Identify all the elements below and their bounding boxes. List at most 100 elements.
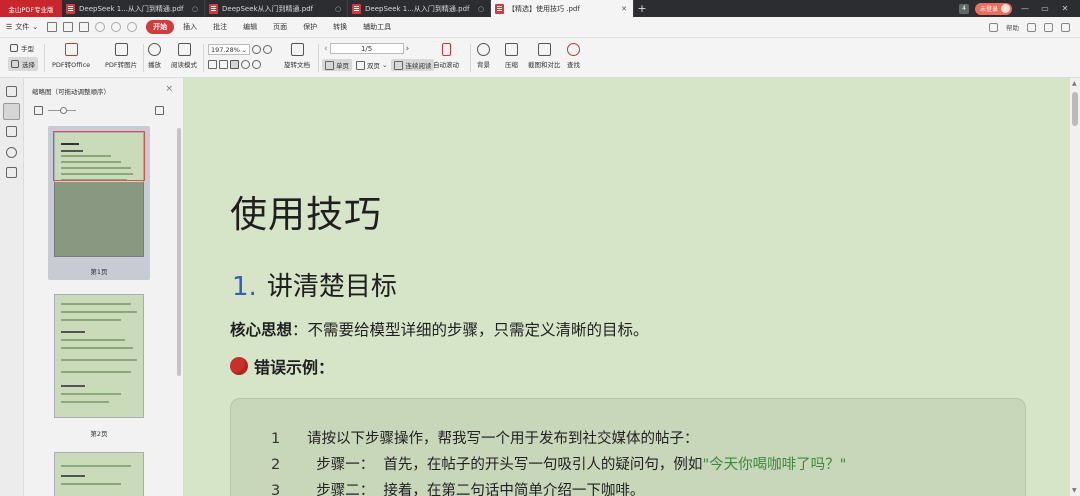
- rotate-right-icon[interactable]: [252, 60, 261, 69]
- page-number-input[interactable]: 1/5: [329, 43, 404, 54]
- thumbnail-page-3[interactable]: [48, 450, 150, 496]
- user-login-button[interactable]: 未登录: [974, 2, 1012, 15]
- next-page-icon[interactable]: ›: [406, 44, 410, 54]
- app-name-badge[interactable]: 金山PDF专业版: [0, 0, 62, 17]
- thumbnail-page-2[interactable]: 第2页: [48, 288, 150, 442]
- background-button[interactable]: 背景: [477, 43, 490, 69]
- close-tab-icon[interactable]: ○: [333, 5, 343, 13]
- actual-size-icon[interactable]: [230, 60, 239, 69]
- tab-annotate[interactable]: 批注: [206, 20, 234, 34]
- redo-icon[interactable]: [111, 22, 122, 32]
- rotate-left-icon[interactable]: [241, 60, 250, 69]
- zoom-in-icon[interactable]: [252, 45, 261, 54]
- find-button[interactable]: 查找: [567, 43, 580, 69]
- play-button[interactable]: 播放: [148, 43, 161, 69]
- double-page-button[interactable]: 双页 ⌄: [354, 59, 389, 71]
- document-tab-3[interactable]: DeepSeek 1...从入门到精通.pdf ○: [348, 0, 491, 17]
- thumbnail-size-slider[interactable]: [34, 105, 164, 115]
- more-options-icon[interactable]: [1061, 22, 1070, 32]
- small-thumbnail-icon: [34, 105, 43, 115]
- core-idea-text: ：不需要给模型详细的步骤，只需定义清晰的目标。: [292, 321, 649, 339]
- share-icon[interactable]: [1027, 22, 1036, 32]
- comment-icon[interactable]: [6, 126, 17, 137]
- book-icon: [177, 43, 191, 56]
- signature-icon[interactable]: [6, 167, 17, 178]
- auto-scroll-icon: [441, 43, 451, 56]
- zoom-out-icon[interactable]: [263, 45, 272, 54]
- thumbnail-page-1[interactable]: 第1页: [48, 126, 150, 280]
- document-tab-1[interactable]: DeepSeek 1...从入门到精通.pdf ○: [62, 0, 205, 17]
- pdf-to-office-button[interactable]: PDF转Office: [52, 43, 90, 69]
- hand-label: 手型: [21, 45, 34, 53]
- continuous-read-button[interactable]: 连续阅读: [391, 59, 435, 71]
- new-tab-button[interactable]: +: [634, 0, 650, 17]
- document-tab-2[interactable]: DeepSeek从入门到精通.pdf ○: [205, 0, 348, 17]
- minimize-button[interactable]: —: [1018, 4, 1032, 13]
- close-tab-icon[interactable]: ○: [476, 5, 486, 13]
- current-view-indicator: [53, 131, 145, 181]
- print-icon[interactable]: [79, 22, 90, 32]
- thumbnail-image: [54, 452, 144, 496]
- pdf-to-image-button[interactable]: PDF转图片: [105, 43, 137, 69]
- auto-scroll-button[interactable]: 自动滚动: [433, 43, 459, 69]
- tab-tools[interactable]: 辅助工具: [356, 20, 398, 34]
- tab-count-badge[interactable]: 4: [959, 3, 969, 14]
- thumbnail-panel-icon[interactable]: [3, 103, 20, 120]
- save-icon[interactable]: [63, 22, 74, 32]
- rotate-document-icon: [290, 43, 304, 56]
- open-folder-icon[interactable]: [47, 22, 58, 32]
- bookmark-icon[interactable]: [6, 86, 17, 97]
- auto-scroll-label: 自动滚动: [433, 61, 459, 69]
- tab-page[interactable]: 页面: [266, 20, 294, 34]
- scroll-down-icon[interactable]: ▼: [1072, 487, 1077, 494]
- tab-convert[interactable]: 转换: [326, 20, 354, 34]
- page-number-value: 1/5: [360, 44, 373, 53]
- file-menu-label: 文件: [15, 23, 30, 31]
- separator: [470, 44, 471, 72]
- tab-protect[interactable]: 保护: [296, 20, 324, 34]
- read-mode-button[interactable]: 阅读模式: [171, 43, 197, 69]
- more-icon[interactable]: [127, 22, 138, 32]
- close-tab-icon[interactable]: ○: [190, 5, 200, 13]
- file-menu[interactable]: ☰ 文件 ⌄: [6, 22, 38, 32]
- maximize-button[interactable]: ▭: [1038, 4, 1052, 13]
- slider-track[interactable]: [48, 106, 76, 114]
- pdf-file-icon: [352, 3, 361, 14]
- fit-page-icon[interactable]: [219, 60, 228, 69]
- feedback-icon[interactable]: [1044, 22, 1053, 32]
- rotate-document-button[interactable]: 旋转文档: [284, 43, 310, 69]
- tab-edit[interactable]: 编辑: [236, 20, 264, 34]
- app-name: 金山PDF专业版: [8, 5, 54, 14]
- code-text: 请按以下步骤操作，帮我写一个用于发布到社交媒体的帖子：: [307, 431, 699, 447]
- thumbnail-image: [54, 294, 144, 418]
- compress-button[interactable]: 压缩: [505, 43, 518, 69]
- thumbnail-scrollbar[interactable]: [177, 128, 181, 376]
- close-window-button[interactable]: ✕: [1058, 4, 1072, 13]
- view-mode-controls: 单页 双页 ⌄ 连续阅读: [322, 59, 435, 71]
- scroll-up-icon[interactable]: ▲: [1072, 80, 1077, 87]
- select-tool[interactable]: 选择: [8, 57, 38, 71]
- tab-start[interactable]: 开始: [146, 20, 175, 34]
- help-label[interactable]: 帮助: [1006, 22, 1019, 32]
- tab-insert[interactable]: 插入: [176, 20, 204, 34]
- pdf-file-icon: [209, 3, 218, 14]
- document-tab-active[interactable]: 【精选】使用技巧 .pdf ✕: [491, 0, 634, 17]
- settings-icon[interactable]: [989, 22, 998, 32]
- fit-controls: [208, 60, 261, 69]
- hand-tool[interactable]: 手型: [10, 43, 34, 53]
- undo-icon[interactable]: [95, 22, 106, 32]
- document-viewer[interactable]: 使用技巧 1. 讲清楚目标 核心思想：不需要给模型详细的步骤，只需定义清晰的目标。…: [184, 78, 1080, 496]
- zoom-select[interactable]: 197.28% ⌄: [208, 44, 250, 55]
- scrollbar-thumb[interactable]: [1072, 92, 1078, 126]
- tab-label: 【精选】使用技巧 .pdf: [508, 4, 580, 13]
- document-scrollbar[interactable]: ▲ ▼: [1070, 78, 1080, 496]
- attachment-icon[interactable]: [6, 147, 17, 158]
- close-tab-icon[interactable]: ✕: [619, 5, 629, 13]
- close-panel-icon[interactable]: ×: [165, 84, 173, 94]
- play-label: 播放: [148, 61, 161, 69]
- slider-handle[interactable]: [59, 106, 67, 114]
- previous-page-icon[interactable]: ‹: [324, 44, 328, 54]
- single-page-button[interactable]: 单页: [322, 59, 352, 71]
- fit-width-icon[interactable]: [208, 60, 217, 69]
- screenshot-compare-button[interactable]: 截图和对比: [528, 43, 561, 69]
